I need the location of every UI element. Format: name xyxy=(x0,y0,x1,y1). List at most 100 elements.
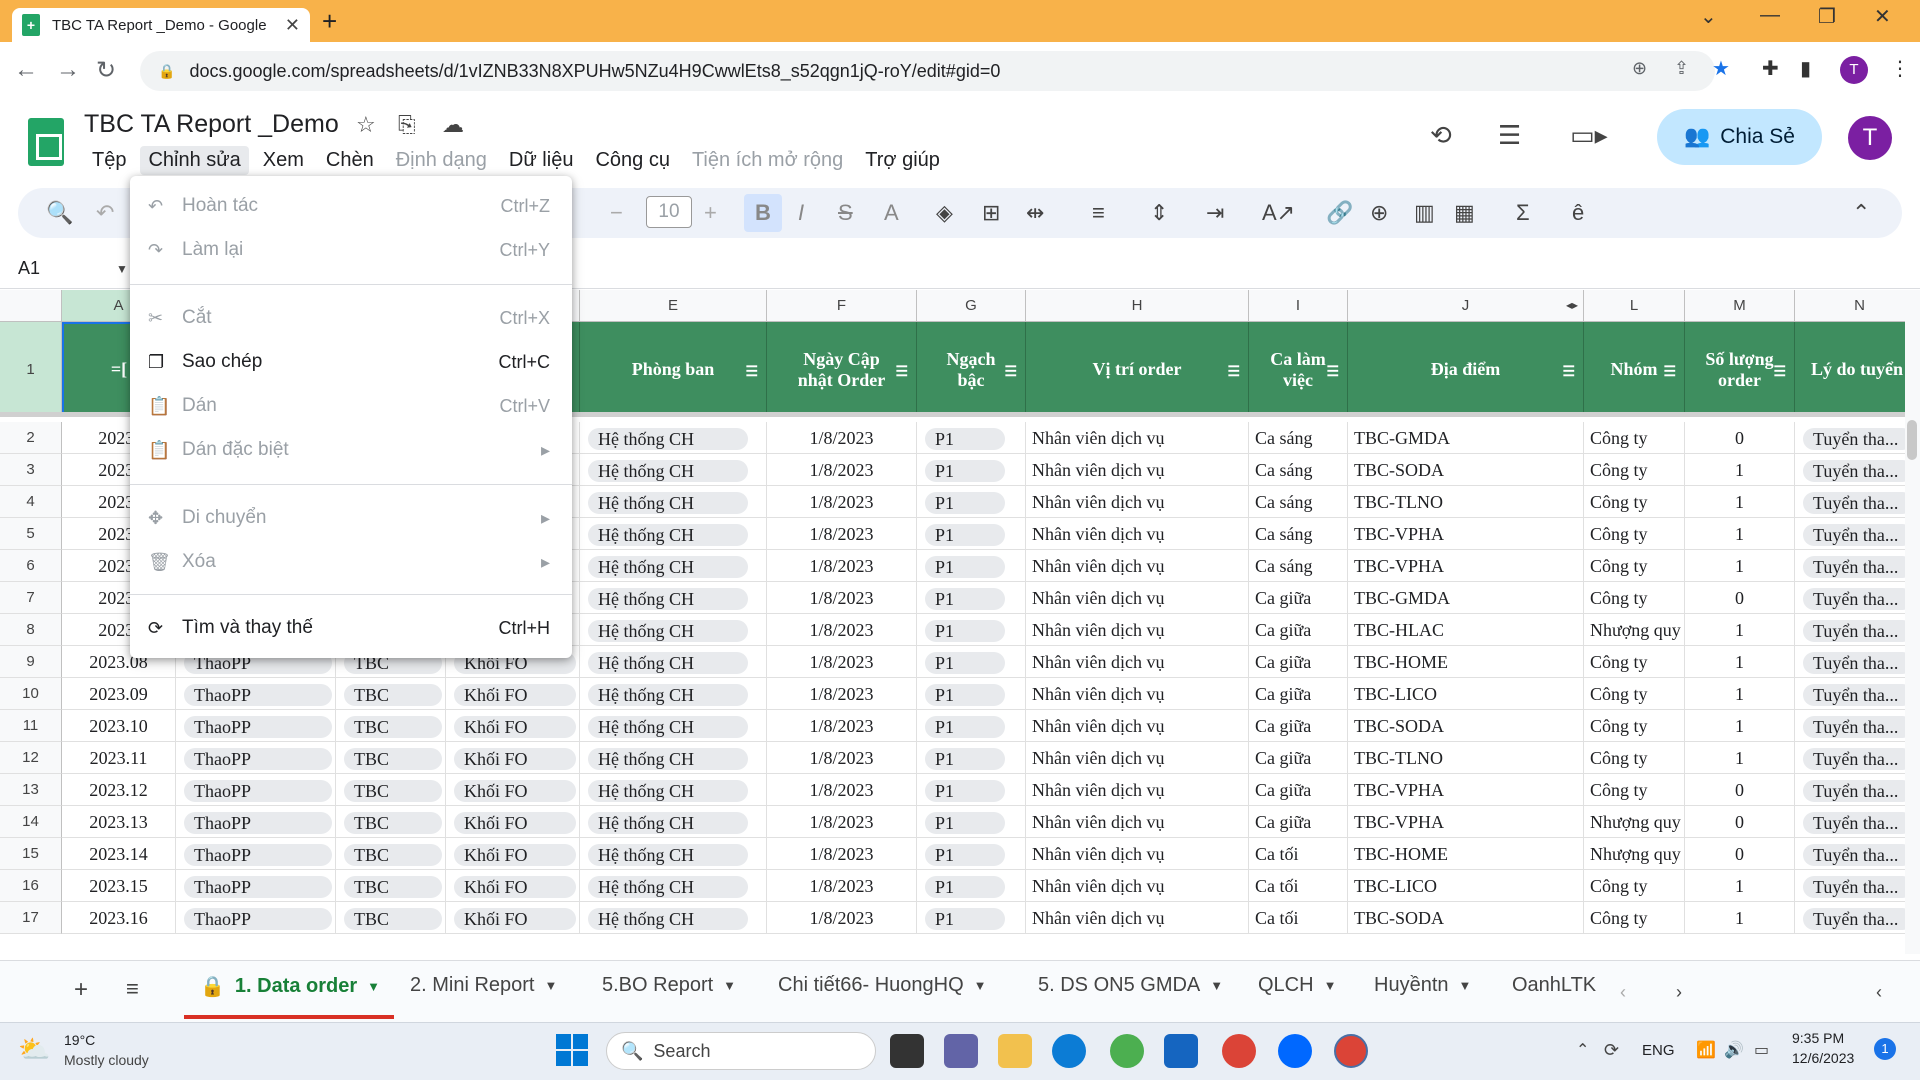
cell-f[interactable]: 1/8/2023 xyxy=(767,518,917,550)
clock-time[interactable]: 9:35 PM xyxy=(1792,1030,1844,1046)
collapse-toolbar-icon[interactable]: ⌃ xyxy=(1852,200,1870,226)
menu-paste[interactable]: 📋 Dán Ctrl+V xyxy=(130,384,572,428)
chrome-icon[interactable] xyxy=(1222,1034,1256,1068)
text-color-icon[interactable]: A xyxy=(884,200,899,226)
cell-n[interactable]: Tuyển tha... xyxy=(1795,454,1905,486)
cell-g[interactable]: P1 xyxy=(917,902,1026,934)
cell-e[interactable]: Hệ thống CH xyxy=(580,710,767,742)
font-size-input[interactable]: 10 xyxy=(646,196,692,228)
scroll-tabs-left-icon[interactable]: ‹ xyxy=(1620,982,1626,1003)
cell-j[interactable]: TBC-VPHA xyxy=(1348,550,1584,582)
taskbar-search[interactable]: 🔍 Search xyxy=(606,1032,876,1070)
cell-h[interactable]: Nhân viên dịch vụ xyxy=(1026,710,1249,742)
document-title[interactable]: TBC TA Report _Demo xyxy=(84,110,339,139)
dropdown-chip[interactable]: P1 xyxy=(925,844,1005,866)
row-header[interactable]: 12 xyxy=(0,742,62,774)
row-header[interactable]: 2 xyxy=(0,422,62,454)
store-icon[interactable] xyxy=(1164,1034,1198,1068)
cell-i[interactable]: Ca giữa xyxy=(1249,806,1348,838)
dropdown-chip[interactable]: Tuyển tha... xyxy=(1803,460,1905,482)
chevron-down-icon[interactable]: ▼ xyxy=(723,978,736,993)
cell-i[interactable]: Ca sáng xyxy=(1249,454,1348,486)
dropdown-chip[interactable]: ThaoPP xyxy=(184,844,332,866)
cell-b[interactable]: ThaoPP xyxy=(176,838,336,870)
menu-help[interactable]: Trợ giúp xyxy=(857,146,948,175)
horizontal-align-icon[interactable]: ≡ xyxy=(1092,200,1105,226)
text-wrap-icon[interactable]: ⇥ xyxy=(1206,200,1224,226)
cell-f[interactable]: 1/8/2023 xyxy=(767,422,917,454)
cell-n[interactable]: Tuyển tha... xyxy=(1795,902,1905,934)
cell-f[interactable]: 1/8/2023 xyxy=(767,454,917,486)
decrease-font-icon[interactable]: − xyxy=(610,200,623,226)
cell-g[interactable]: P1 xyxy=(917,422,1026,454)
file-explorer-icon[interactable] xyxy=(998,1034,1032,1068)
cell-h[interactable]: Nhân viên dịch vụ xyxy=(1026,646,1249,678)
cell-h[interactable]: Nhân viên dịch vụ xyxy=(1026,422,1249,454)
dropdown-chip[interactable]: ThaoPP xyxy=(184,812,332,834)
cell-l[interactable]: Công ty xyxy=(1584,870,1685,902)
menu-data[interactable]: Dữ liệu xyxy=(501,146,582,175)
dropdown-chip[interactable]: Hệ thống CH xyxy=(588,460,748,482)
cell-h[interactable]: Nhân viên dịch vụ xyxy=(1026,678,1249,710)
cell-b[interactable]: ThaoPP xyxy=(176,742,336,774)
cell-f[interactable]: 1/8/2023 xyxy=(767,614,917,646)
cell-a[interactable]: 2023.10 xyxy=(62,710,176,742)
dropdown-chip[interactable]: ThaoPP xyxy=(184,716,332,738)
cell-e[interactable]: Hệ thống CH xyxy=(580,486,767,518)
column-header-e[interactable]: E xyxy=(580,290,767,322)
cell-n[interactable]: Tuyển tha... xyxy=(1795,550,1905,582)
tray-overflow-icon[interactable]: ⌃ xyxy=(1576,1040,1589,1060)
row-header[interactable]: 10 xyxy=(0,678,62,710)
dropdown-chip[interactable]: Tuyển tha... xyxy=(1803,524,1905,546)
cell-f[interactable]: 1/8/2023 xyxy=(767,486,917,518)
dropdown-chip[interactable]: Hệ thống CH xyxy=(588,652,748,674)
vertical-scrollbar-thumb[interactable] xyxy=(1907,420,1917,460)
fill-color-icon[interactable]: ◈ xyxy=(936,200,953,226)
dropdown-chip[interactable]: TBC xyxy=(344,812,442,834)
chevron-down-icon[interactable]: ▼ xyxy=(545,978,558,993)
chevron-down-icon[interactable]: ▼ xyxy=(367,979,380,994)
cell-m[interactable]: 0 xyxy=(1685,806,1795,838)
comments-icon[interactable]: ☰ xyxy=(1498,120,1521,151)
dropdown-chip[interactable]: Tuyển tha... xyxy=(1803,684,1905,706)
dropdown-chip[interactable]: Tuyển tha... xyxy=(1803,652,1905,674)
notification-badge[interactable]: 1 xyxy=(1874,1038,1896,1060)
cell-f[interactable]: 1/8/2023 xyxy=(767,710,917,742)
dropdown-chip[interactable]: P1 xyxy=(925,748,1005,770)
cell-b[interactable]: ThaoPP xyxy=(176,774,336,806)
cell-j[interactable]: TBC-GMDA xyxy=(1348,422,1584,454)
cell-d[interactable]: Khối FO xyxy=(446,678,580,710)
cell-m[interactable]: 1 xyxy=(1685,742,1795,774)
cell-h[interactable]: Nhân viên dịch vụ xyxy=(1026,486,1249,518)
dropdown-chip[interactable]: TBC xyxy=(344,684,442,706)
cell-b[interactable]: ThaoPP xyxy=(176,870,336,902)
cell-n[interactable]: Tuyển tha... xyxy=(1795,742,1905,774)
cell-e[interactable]: Hệ thống CH xyxy=(580,422,767,454)
cell-d[interactable]: Khối FO xyxy=(446,870,580,902)
cell-f[interactable]: 1/8/2023 xyxy=(767,870,917,902)
undo-icon[interactable]: ↶ xyxy=(96,200,114,226)
dropdown-chip[interactable]: Hệ thống CH xyxy=(588,620,748,642)
cell-a[interactable]: 2023.13 xyxy=(62,806,176,838)
explore-collapse-icon[interactable]: ‹ xyxy=(1876,982,1882,1003)
share-button[interactable]: 👥 Chia Sẻ xyxy=(1657,109,1822,165)
cell-e[interactable]: Hệ thống CH xyxy=(580,678,767,710)
dropdown-chip[interactable]: Tuyển tha... xyxy=(1803,812,1905,834)
sheet-tab[interactable]: Huyềntn ▼ xyxy=(1374,974,1471,997)
cell-a[interactable]: 2023.09 xyxy=(62,678,176,710)
sheets-logo-icon[interactable] xyxy=(28,118,64,166)
cell-h[interactable]: Nhân viên dịch vụ xyxy=(1026,582,1249,614)
row-header[interactable]: 9 xyxy=(0,646,62,678)
cell-i[interactable]: Ca giữa xyxy=(1249,742,1348,774)
cell-m[interactable]: 1 xyxy=(1685,550,1795,582)
cell-d[interactable]: Khối FO xyxy=(446,838,580,870)
cell-j[interactable]: TBC-LICO xyxy=(1348,678,1584,710)
cell-a[interactable]: 2023.15 xyxy=(62,870,176,902)
cell-f[interactable]: 1/8/2023 xyxy=(767,838,917,870)
chevron-down-icon[interactable]: ▼ xyxy=(1459,978,1472,993)
header-cell-l[interactable]: Nhóm ☰ xyxy=(1584,322,1685,417)
header-cell-n[interactable]: Lý do tuyển xyxy=(1795,322,1905,417)
cell-c[interactable]: TBC xyxy=(336,902,446,934)
browser-menu-icon[interactable]: ⋮ xyxy=(1890,56,1910,81)
volume-icon[interactable]: 🔊 xyxy=(1724,1040,1744,1060)
